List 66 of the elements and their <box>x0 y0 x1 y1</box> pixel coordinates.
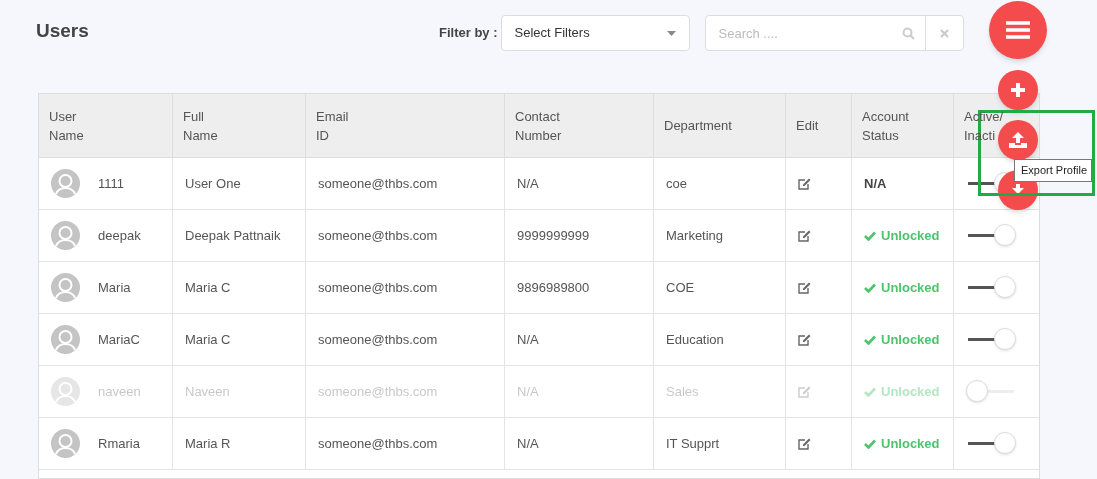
department: coe <box>666 174 687 193</box>
filter-dropdown[interactable]: Select Filters <box>500 15 690 51</box>
column-header: Department <box>664 117 732 135</box>
department: IT Supprt <box>666 434 720 453</box>
avatar-icon <box>51 273 80 302</box>
user-name: 1111 <box>98 174 125 193</box>
full-name: Maria C <box>185 330 231 349</box>
department: COE <box>666 278 695 297</box>
account-status: Unlocked <box>881 330 940 349</box>
user-name: MariaC <box>98 330 140 349</box>
page-title: Users <box>36 19 90 43</box>
active-toggle[interactable] <box>966 431 1016 456</box>
avatar-icon <box>51 429 80 458</box>
contact-number: N/A <box>517 330 539 349</box>
contact-number: N/A <box>517 174 539 193</box>
column-header: User Name <box>49 107 84 145</box>
user-name: Maria <box>98 278 131 297</box>
email: someone@thbs.com <box>318 330 438 349</box>
department: Education <box>666 330 724 349</box>
account-status: Unlocked <box>881 434 940 453</box>
user-name: deepak <box>98 226 141 245</box>
filter-label: Filter by : <box>439 24 498 43</box>
account-status: N/A <box>864 174 887 193</box>
active-toggle[interactable] <box>966 223 1016 248</box>
avatar-icon <box>51 221 80 250</box>
search-input[interactable]: Search .... <box>705 16 902 50</box>
edit-icon[interactable] <box>798 281 811 294</box>
menu-button[interactable] <box>989 1 1047 59</box>
column-header: Full Name <box>183 107 218 145</box>
user-name: Rmaria <box>98 434 140 453</box>
avatar-icon <box>51 169 80 198</box>
contact-number: 9999999999 <box>517 226 590 245</box>
add-button[interactable] <box>998 70 1038 110</box>
avatar-icon <box>51 377 80 406</box>
plus-icon <box>1010 82 1026 98</box>
upload-icon <box>1009 132 1027 148</box>
account-status: Unlocked <box>881 382 940 401</box>
account-status: Unlocked <box>881 226 940 245</box>
edit-icon[interactable] <box>798 229 811 242</box>
full-name: User One <box>185 174 241 193</box>
full-name: Maria C <box>185 278 231 297</box>
email: someone@thbs.com <box>318 278 438 297</box>
close-icon <box>939 28 949 38</box>
caret-icon <box>666 30 676 36</box>
department: Marketing <box>666 226 724 245</box>
avatar-icon <box>51 325 80 354</box>
active-toggle[interactable] <box>966 275 1016 300</box>
edit-icon[interactable] <box>798 333 811 346</box>
column-header: Contact Number <box>515 107 562 145</box>
contact-number: N/A <box>517 434 539 453</box>
tooltip: Export Profile <box>1014 159 1093 182</box>
edit-icon[interactable] <box>798 177 811 190</box>
email: someone@thbs.com <box>318 434 438 453</box>
column-header: Account Status <box>862 107 909 145</box>
column-header: Edit <box>796 117 819 135</box>
email: someone@thbs.com <box>318 226 438 245</box>
full-name: Deepak Pattnaik <box>185 226 281 245</box>
active-toggle[interactable] <box>966 327 1016 352</box>
full-name: Maria R <box>185 434 231 453</box>
email: someone@thbs.com <box>318 174 438 193</box>
search-field[interactable]: Search .... <box>704 15 964 51</box>
account-status: Unlocked <box>881 278 940 297</box>
column-header: Email ID <box>316 107 349 145</box>
contact-number: 9896989800 <box>517 278 590 297</box>
edit-icon[interactable] <box>798 437 811 450</box>
menu-icon <box>1006 21 1030 39</box>
